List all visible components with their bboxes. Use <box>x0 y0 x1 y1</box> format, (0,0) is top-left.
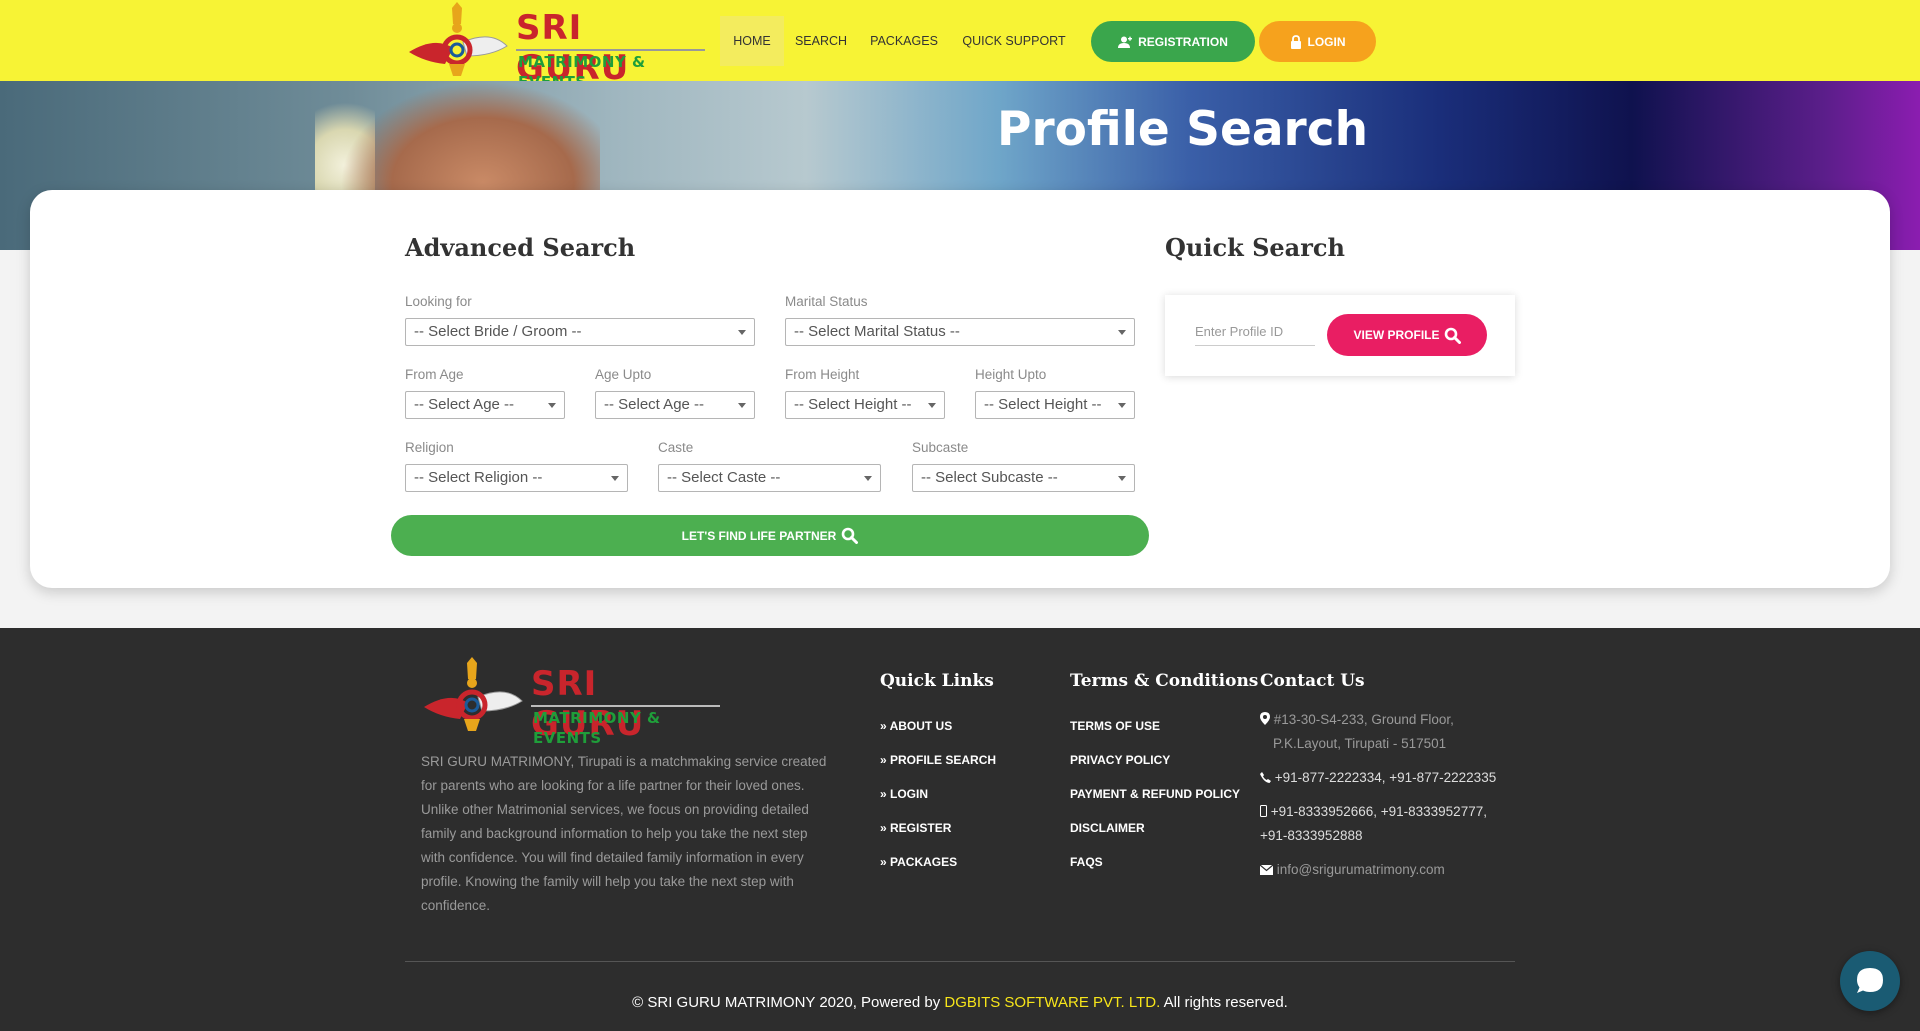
copyright-suffix: All rights reserved. <box>1160 994 1288 1011</box>
user-add-icon <box>1118 36 1133 48</box>
from-age-select[interactable]: -- Select Age -- <box>405 391 565 419</box>
nav-quick-support[interactable]: QUICK SUPPORT <box>958 16 1070 94</box>
brand-logo[interactable]: SRI GURU MATRIMONY & EVENTS <box>405 2 705 91</box>
religion-select[interactable]: -- Select Religion -- <box>405 464 628 492</box>
marital-status-label: Marital Status <box>785 294 868 309</box>
footer-link-label: REGISTER <box>890 821 952 835</box>
nav-packages[interactable]: PACKAGES <box>866 16 942 66</box>
copyright-company-link[interactable]: DGBITS SOFTWARE PVT. LTD. <box>944 994 1160 1011</box>
marital-status-select[interactable]: -- Select Marital Status -- <box>785 318 1135 346</box>
search-icon <box>1444 327 1461 344</box>
age-upto-label: Age Upto <box>595 367 652 382</box>
contact-mobiles-line1: +91-8333952666, +91-8333952777, <box>1260 800 1487 824</box>
copyright-prefix: © SRI GURU MATRIMONY 2020, Powered by <box>632 994 945 1011</box>
nav-home[interactable]: HOME <box>720 16 784 66</box>
footer-link-privacy-policy[interactable]: PRIVACY POLICY <box>1070 752 1170 768</box>
footer-link-label: ABOUT US <box>889 719 953 733</box>
map-marker-icon <box>1260 712 1270 725</box>
footer-link-packages[interactable]: » PACKAGES <box>880 854 957 870</box>
footer-divider <box>405 961 1515 962</box>
advanced-search-title: Advanced Search <box>405 233 636 262</box>
footer-brand-divider <box>531 705 720 707</box>
footer-about-text: SRI GURU MATRIMONY, Tirupati is a matchm… <box>421 754 827 913</box>
from-age-label: From Age <box>405 367 464 382</box>
subcaste-select[interactable]: -- Select Subcaste -- <box>912 464 1135 492</box>
quick-search-title: Quick Search <box>1165 233 1345 262</box>
profile-id-input[interactable] <box>1195 318 1315 346</box>
contact-title: Contact Us <box>1260 671 1365 691</box>
brand-divider <box>516 49 705 51</box>
nav-search[interactable]: SEARCH <box>792 16 850 66</box>
search-icon <box>842 527 859 544</box>
contact-mobiles-line2: +91-8333952888 <box>1260 828 1363 843</box>
footer-link-disclaimer[interactable]: DISCLAIMER <box>1070 820 1145 836</box>
footer-logo[interactable]: SRI GURU MATRIMONY & EVENTS <box>420 656 720 747</box>
page-title: Profile Search <box>997 102 1369 157</box>
view-profile-label: VIEW PROFILE <box>1353 328 1440 342</box>
caste-label: Caste <box>658 440 694 455</box>
footer-link-about-us[interactable]: » ABOUT US <box>880 718 952 734</box>
view-profile-button[interactable]: VIEW PROFILE <box>1327 314 1487 356</box>
contact-address-text: #13-30-S4-233, Ground Floor, <box>1273 712 1454 727</box>
logo-emblem-icon <box>409 2 508 76</box>
contact-email[interactable]: info@srigurumatrimony.com <box>1259 858 1445 882</box>
login-label: LOGIN <box>1307 34 1346 49</box>
subcaste-label: Subcaste <box>912 440 969 455</box>
logo-emblem-icon <box>424 657 523 731</box>
contact-phones-text: +91-877-2222334, +91-877-2222335 <box>1274 770 1497 785</box>
footer-link-terms-of-use[interactable]: TERMS OF USE <box>1070 718 1160 734</box>
contact-phones: +91-877-2222334, +91-877-2222335 <box>1260 766 1496 790</box>
footer-brand-tagline: MATRIMONY & EVENTS <box>533 709 661 747</box>
envelope-icon <box>1259 864 1274 875</box>
mobile-icon <box>1260 805 1267 817</box>
from-height-select[interactable]: -- Select Height -- <box>785 391 945 419</box>
registration-button[interactable]: REGISTRATION <box>1091 21 1255 62</box>
looking-for-select[interactable]: -- Select Bride / Groom -- <box>405 318 755 346</box>
contact-address-line2: P.K.Layout, Tirupati - 517501 <box>1273 736 1447 751</box>
nav-quick-support-label: QUICK SUPPORT <box>962 34 1066 48</box>
height-upto-label: Height Upto <box>975 367 1047 382</box>
footer-link-profile-search[interactable]: » PROFILE SEARCH <box>880 752 996 768</box>
footer-link-label: PROFILE SEARCH <box>890 753 997 767</box>
find-life-partner-label: LET'S FIND LIFE PARTNER <box>681 528 837 543</box>
lock-icon <box>1290 34 1301 49</box>
login-button[interactable]: LOGIN <box>1259 21 1376 62</box>
terms-title: Terms & Conditions <box>1070 671 1259 691</box>
registration-label: REGISTRATION <box>1138 34 1228 49</box>
footer-link-register[interactable]: » REGISTER <box>880 820 951 836</box>
contact-email-text: info@srigurumatrimony.com <box>1276 862 1445 877</box>
footer-link-label: PACKAGES <box>890 855 958 869</box>
age-upto-select[interactable]: -- Select Age -- <box>595 391 755 419</box>
footer-link-payment-refund[interactable]: PAYMENT & REFUND POLICY <box>1070 786 1240 802</box>
copyright: © SRI GURU MATRIMONY 2020, Powered by DG… <box>0 993 1920 1013</box>
footer-link-faqs[interactable]: FAQS <box>1070 854 1103 870</box>
quick-links-title: Quick Links <box>880 671 994 691</box>
footer-link-label: LOGIN <box>890 787 929 801</box>
find-life-partner-button[interactable]: LET'S FIND LIFE PARTNER <box>391 515 1149 556</box>
caste-select[interactable]: -- Select Caste -- <box>658 464 881 492</box>
chat-bubble-icon <box>1857 968 1883 993</box>
chat-widget-button[interactable] <box>1840 951 1900 1011</box>
looking-for-label: Looking for <box>405 294 472 309</box>
height-upto-select[interactable]: -- Select Height -- <box>975 391 1135 419</box>
phone-icon <box>1260 772 1271 783</box>
contact-address-line1: #13-30-S4-233, Ground Floor, <box>1260 708 1454 732</box>
footer-link-login[interactable]: » LOGIN <box>880 786 928 802</box>
contact-mobiles-text: +91-8333952666, +91-8333952777, <box>1270 804 1487 819</box>
from-height-label: From Height <box>785 367 860 382</box>
religion-label: Religion <box>405 440 454 455</box>
